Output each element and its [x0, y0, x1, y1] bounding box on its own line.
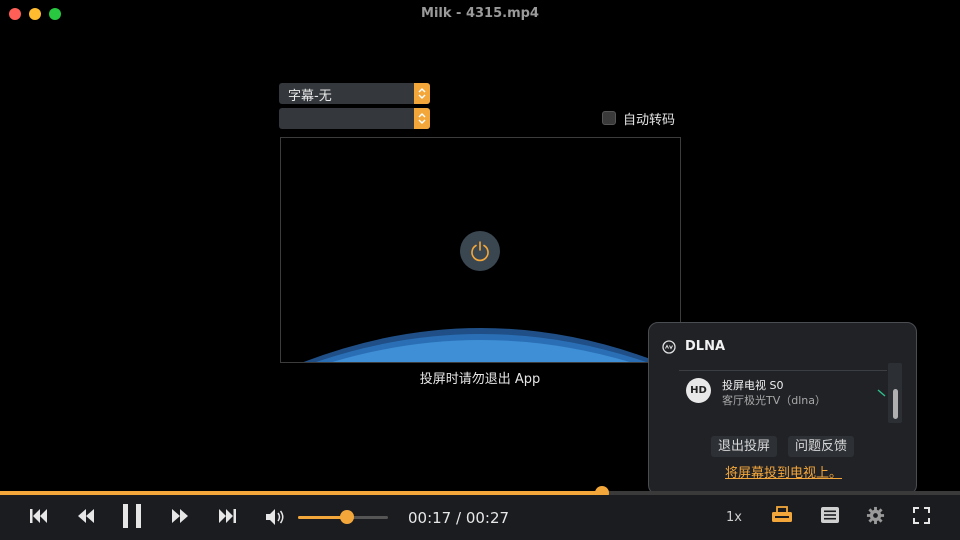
feedback-button[interactable]: 问题反馈	[788, 436, 855, 457]
volume-button[interactable]	[265, 508, 287, 530]
select-arrows-icon	[414, 83, 430, 104]
skip-forward-icon	[219, 509, 236, 523]
earth-horizon-image	[303, 328, 659, 362]
power-icon	[471, 241, 489, 262]
volume-icon	[266, 509, 284, 525]
device-hd-badge: HD	[686, 378, 711, 403]
dlna-title: DLNA	[685, 339, 726, 354]
scrollbar-thumb[interactable]	[893, 389, 898, 419]
skip-back-icon	[30, 509, 47, 523]
subtitle-select-value: 字幕-无	[288, 89, 332, 104]
auto-transcode-checkbox[interactable]	[602, 111, 616, 125]
pause-icon	[123, 504, 141, 528]
volume-handle[interactable]	[339, 510, 354, 524]
dlna-popup: DLNA HD 投屏电视 S0 客厅极光TV（dlna） 退出投屏 问题反馈 将…	[648, 322, 917, 495]
exit-cast-button[interactable]: 退出投屏	[711, 436, 778, 457]
rewind-button[interactable]	[77, 508, 95, 528]
device-name[interactable]: 投屏电视 S0	[722, 377, 783, 393]
auto-transcode-label[interactable]: 自动转码	[623, 109, 675, 128]
cast-icon	[772, 506, 792, 522]
cast-preview	[280, 137, 681, 363]
rewind-icon	[78, 509, 94, 523]
cast-screen-link[interactable]: 将屏幕投到电视上。	[725, 462, 842, 481]
time-display: 00:17 / 00:27	[408, 509, 510, 527]
fast-forward-button[interactable]	[171, 508, 189, 528]
skip-back-button[interactable]	[29, 508, 49, 528]
device-subtitle: 客厅极光TV（dlna）	[722, 394, 826, 407]
selected-check-icon	[877, 389, 886, 397]
settings-button[interactable]	[866, 506, 885, 529]
playback-speed-button[interactable]: 1x	[726, 510, 742, 525]
title-bar: Milk - 4315.mp4	[0, 0, 960, 28]
fullscreen-icon	[913, 507, 930, 524]
skip-forward-button[interactable]	[217, 508, 237, 528]
playlist-button[interactable]	[821, 507, 839, 527]
divider	[679, 370, 887, 371]
pause-button[interactable]	[122, 504, 142, 532]
gear-icon	[866, 506, 885, 525]
power-button[interactable]	[460, 231, 500, 271]
audio-track-select[interactable]	[279, 108, 430, 129]
select-arrows-icon	[414, 108, 430, 129]
subtitle-select[interactable]: 字幕-无	[279, 83, 430, 104]
fullscreen-button[interactable]	[913, 507, 930, 528]
cast-button[interactable]	[771, 505, 793, 529]
fast-forward-icon	[172, 509, 188, 523]
playlist-icon	[821, 507, 839, 523]
window-title: Milk - 4315.mp4	[421, 6, 539, 21]
dlna-icon	[662, 340, 676, 354]
